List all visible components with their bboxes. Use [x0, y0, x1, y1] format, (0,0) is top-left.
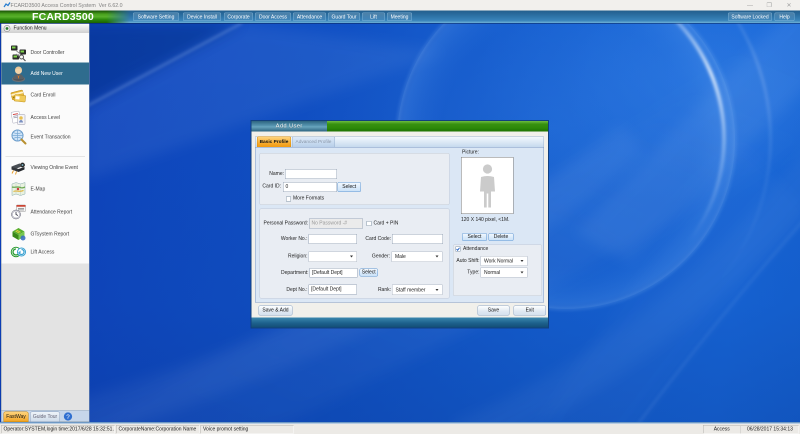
svg-text:?: ? — [66, 414, 70, 421]
